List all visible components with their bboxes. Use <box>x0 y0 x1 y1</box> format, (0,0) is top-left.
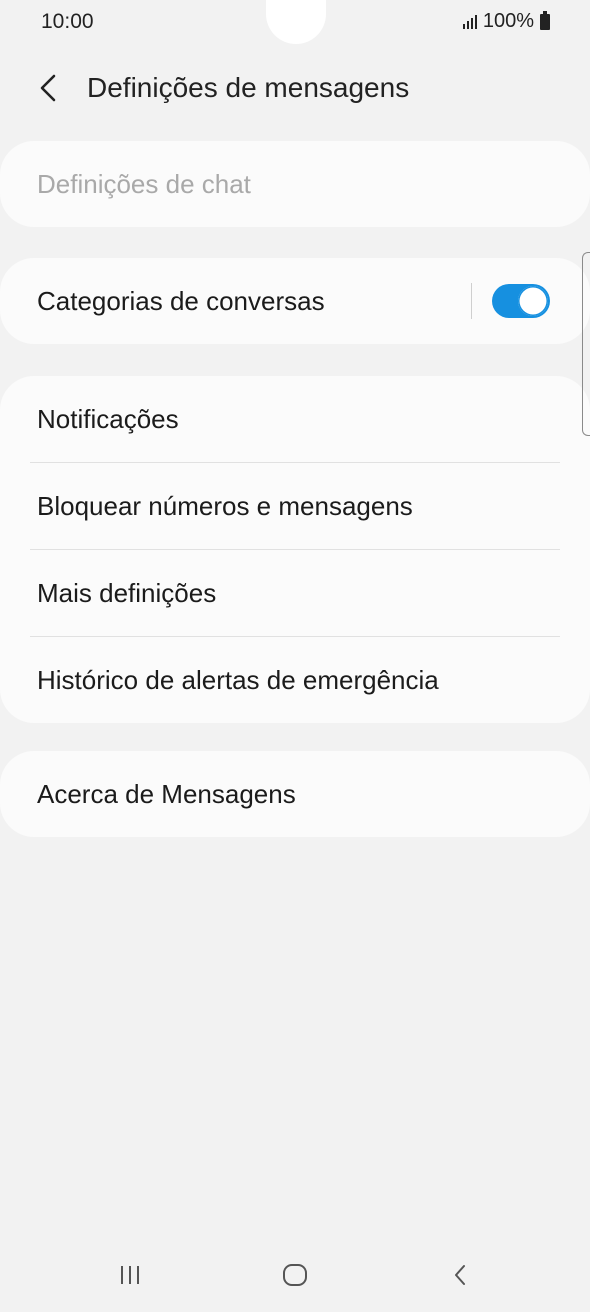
battery-percent: 100% <box>482 10 534 32</box>
status-time: 10:00 <box>41 10 94 33</box>
toggle-area <box>471 258 550 344</box>
conversation-categories-label: Categorias de conversas <box>37 285 325 316</box>
conversation-categories-toggle[interactable] <box>492 284 550 318</box>
home-icon <box>283 1264 307 1286</box>
battery-icon <box>540 10 550 30</box>
chevron-left-icon <box>40 74 56 102</box>
recents-icon <box>121 1266 139 1284</box>
signal-bars-icon <box>462 14 477 29</box>
nav-back-button[interactable] <box>430 1252 490 1298</box>
about-messages-label: Acerca de Mensagens <box>37 778 296 809</box>
scroll-indicator[interactable] <box>582 252 590 436</box>
about-messages-item[interactable]: Acerca de Mensagens <box>0 751 590 837</box>
block-numbers-item[interactable]: Bloquear números e mensagens <box>0 463 590 549</box>
more-settings-item[interactable]: Mais definições <box>0 550 590 636</box>
block-numbers-label: Bloquear números e mensagens <box>37 490 413 521</box>
emergency-alerts-history-item[interactable]: Histórico de alertas de emergência <box>0 637 590 723</box>
chat-settings-label: Definições de chat <box>37 168 251 199</box>
emergency-alerts-history-label: Histórico de alertas de emergência <box>37 664 439 695</box>
toggle-knob <box>518 286 548 316</box>
camera-notch <box>266 0 326 44</box>
conversation-categories-item[interactable]: Categorias de conversas <box>0 258 590 344</box>
settings-group-card: Notificações Bloquear números e mensagen… <box>0 376 590 723</box>
page-title: Definições de mensagens <box>87 72 410 103</box>
conversation-categories-card: Categorias de conversas <box>0 258 590 344</box>
back-icon <box>455 1265 465 1285</box>
notifications-item[interactable]: Notificações <box>0 376 590 462</box>
status-indicators: 100% <box>462 10 550 33</box>
navigation-bar <box>0 1240 590 1312</box>
status-bar: 10:00 100% <box>0 0 590 44</box>
more-settings-label: Mais definições <box>37 577 217 608</box>
app-bar: Definições de mensagens <box>0 60 590 116</box>
vertical-divider <box>471 283 472 319</box>
chat-settings-item[interactable]: Definições de chat <box>0 141 590 227</box>
notifications-label: Notificações <box>37 403 179 434</box>
home-button[interactable] <box>265 1252 325 1298</box>
back-button[interactable] <box>28 68 68 108</box>
recents-button[interactable] <box>100 1252 160 1298</box>
chat-settings-card: Definições de chat <box>0 141 590 227</box>
about-card: Acerca de Mensagens <box>0 751 590 837</box>
